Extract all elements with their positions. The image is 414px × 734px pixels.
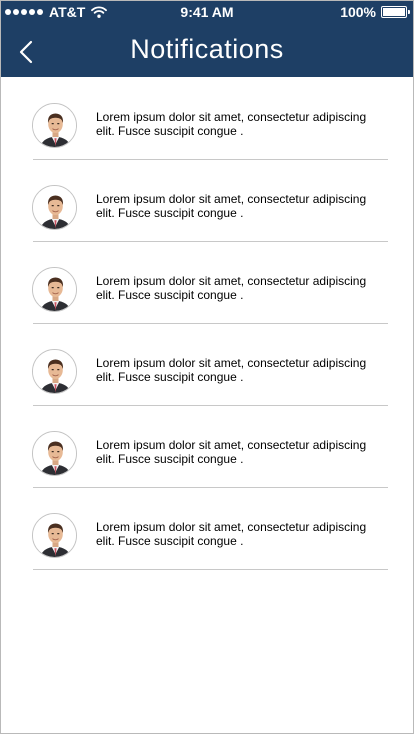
avatar: [32, 267, 77, 312]
navigation-bar: Notifications: [1, 23, 413, 77]
person-avatar-icon: [33, 268, 76, 311]
avatar: [32, 513, 77, 558]
notification-item[interactable]: Lorem ipsum dolor sit amet, consectetur …: [1, 405, 413, 488]
notification-text: Lorem ipsum dolor sit amet, consectetur …: [96, 438, 367, 466]
notification-text: Lorem ipsum dolor sit amet, consectetur …: [96, 192, 367, 220]
divider: [33, 569, 388, 570]
app-screen: AT&T 9:41 AM 100% Notifications Lorem ip…: [0, 0, 414, 734]
battery-percent: 100%: [340, 4, 376, 20]
person-avatar-icon: [33, 432, 76, 475]
notification-text: Lorem ipsum dolor sit amet, consectetur …: [96, 356, 367, 384]
person-avatar-icon: [33, 186, 76, 229]
person-avatar-icon: [33, 350, 76, 393]
battery-icon: [381, 6, 410, 18]
top-bar: AT&T 9:41 AM 100% Notifications: [1, 1, 413, 77]
notification-text: Lorem ipsum dolor sit amet, consectetur …: [96, 110, 367, 138]
avatar: [32, 103, 77, 148]
notification-item[interactable]: Lorem ipsum dolor sit amet, consectetur …: [1, 159, 413, 242]
notification-text: Lorem ipsum dolor sit amet, consectetur …: [96, 520, 367, 548]
notification-item[interactable]: Lorem ipsum dolor sit amet, consectetur …: [1, 487, 413, 570]
avatar: [32, 349, 77, 394]
person-avatar-icon: [33, 514, 76, 557]
notification-item[interactable]: Lorem ipsum dolor sit amet, consectetur …: [1, 323, 413, 406]
status-bar: AT&T 9:41 AM 100%: [1, 1, 413, 23]
avatar: [32, 431, 77, 476]
notification-list: Lorem ipsum dolor sit amet, consectetur …: [1, 77, 413, 570]
notification-item[interactable]: Lorem ipsum dolor sit amet, consectetur …: [1, 77, 413, 160]
page-title: Notifications: [130, 34, 284, 64]
person-avatar-icon: [33, 104, 76, 147]
notification-text: Lorem ipsum dolor sit amet, consectetur …: [96, 274, 367, 302]
avatar: [32, 185, 77, 230]
status-right: 100%: [340, 4, 410, 20]
notification-item[interactable]: Lorem ipsum dolor sit amet, consectetur …: [1, 241, 413, 324]
